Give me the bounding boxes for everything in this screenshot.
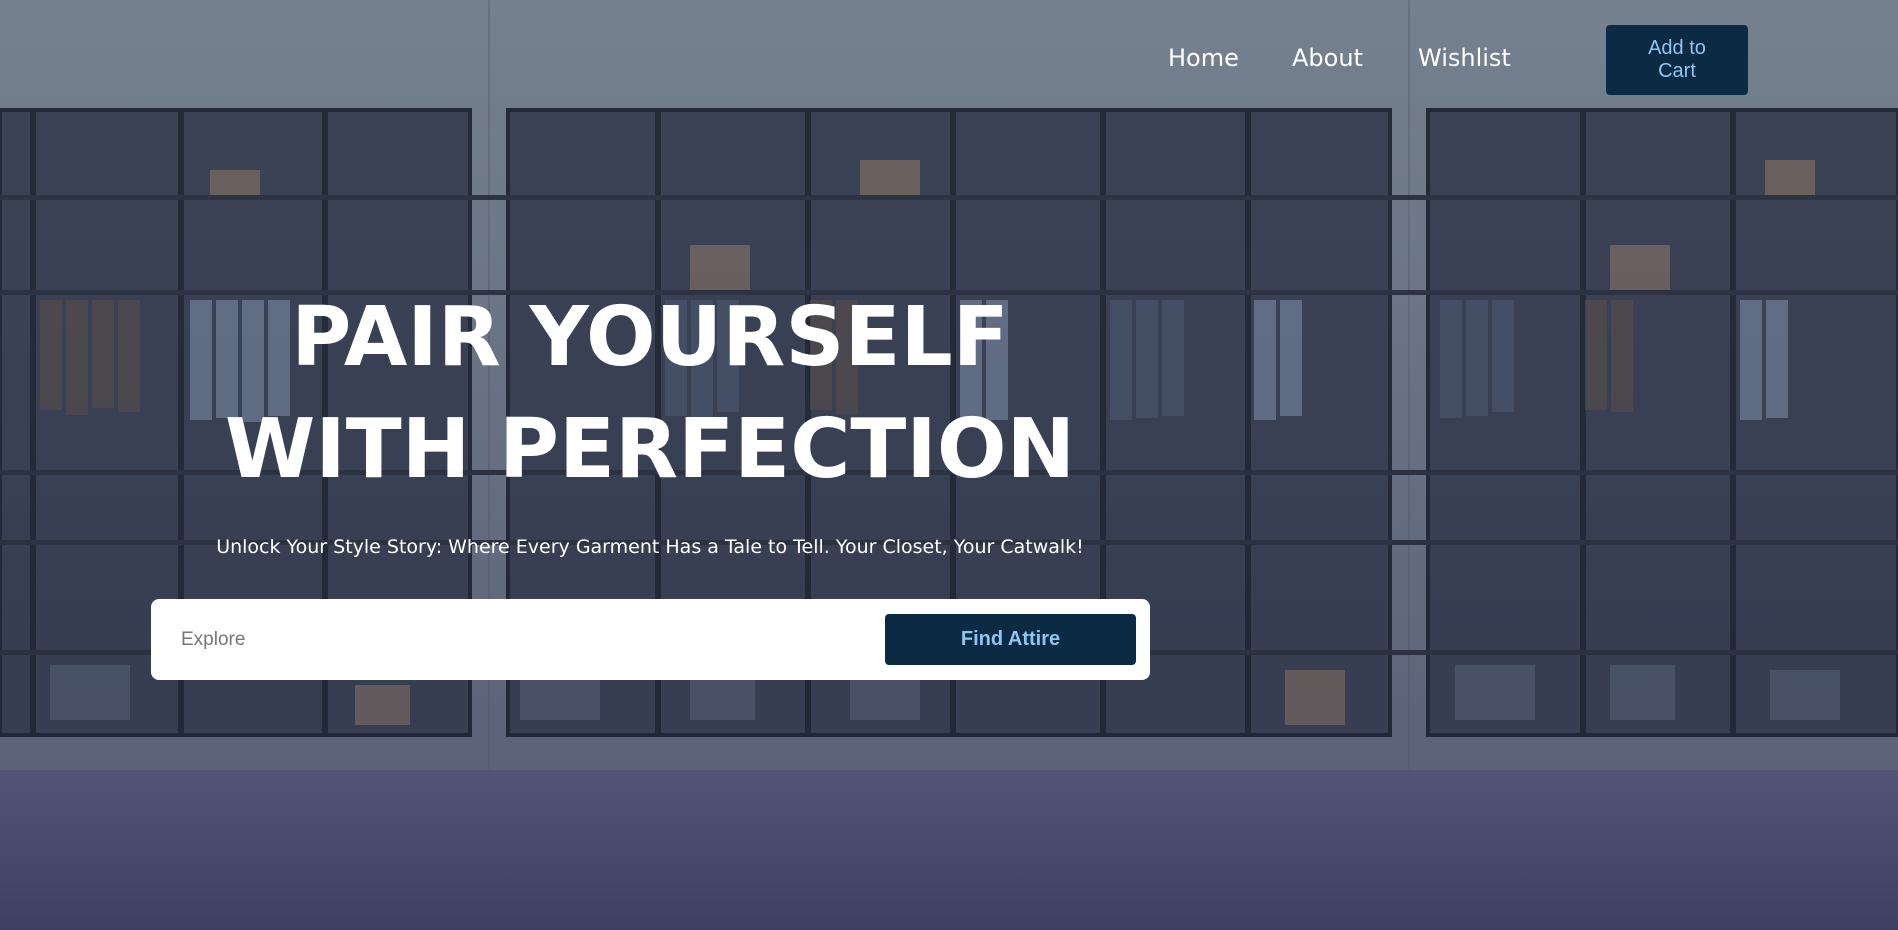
search-input[interactable] — [179, 619, 1003, 661]
search-bar: Find Attire — [151, 599, 1150, 680]
add-to-cart-button[interactable]: Add to Cart — [1606, 25, 1748, 95]
hero-title-line-2: WITH PERFECTION — [224, 402, 1076, 497]
find-attire-button[interactable]: Find Attire — [885, 614, 1136, 665]
hero-tagline: Unlock Your Style Story: Where Every Gar… — [216, 536, 1084, 558]
nav-link-wishlist[interactable]: Wishlist — [1418, 44, 1511, 72]
nav-link-home[interactable]: Home — [1168, 44, 1239, 72]
hero-title-line-1: PAIR YOURSELF — [291, 290, 1009, 385]
nav-link-about[interactable]: About — [1292, 44, 1363, 72]
page: Home About Wishlist Add to Cart PAIR YOU… — [0, 0, 1898, 930]
top-navigation: Home About Wishlist Add to Cart — [0, 0, 1898, 110]
hero-title: PAIR YOURSELF WITH PERFECTION — [150, 282, 1150, 506]
